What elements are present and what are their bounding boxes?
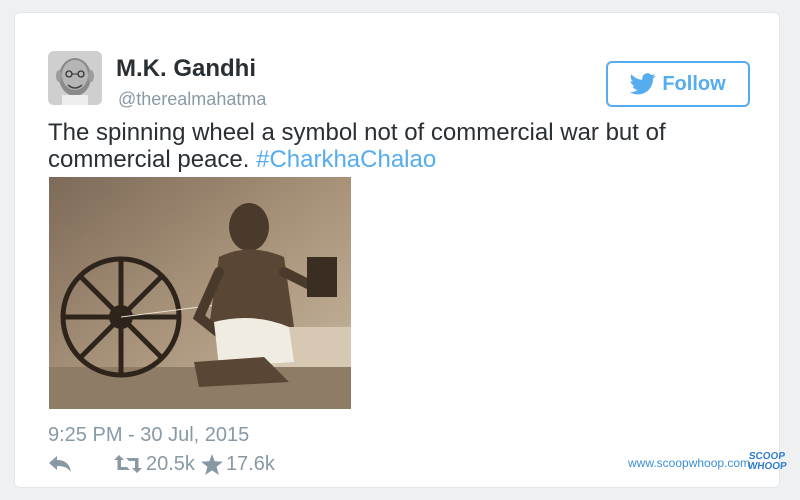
follow-button[interactable]: Follow: [606, 61, 750, 107]
twitter-bird-icon: [630, 73, 656, 95]
avatar-portrait-image: [48, 51, 102, 105]
reply-icon: [49, 456, 71, 472]
scoopwhoop-logo: SCOOP WHOOP: [747, 451, 788, 478]
follow-button-label: Follow: [662, 72, 726, 95]
avatar[interactable]: [48, 51, 102, 105]
gandhi-spinning-wheel-photo: [49, 177, 351, 409]
author-name[interactable]: M.K. Gandhi: [116, 55, 256, 83]
reply-button[interactable]: [48, 455, 114, 473]
tweet-text: The spinning wheel a symbol not of comme…: [48, 119, 748, 173]
tweet-date[interactable]: 30 Jul, 2015: [140, 424, 249, 446]
retweet-count: 20.5k: [146, 452, 195, 475]
tweet-actions: 20.5k 17.6k: [48, 452, 275, 476]
retweet-button[interactable]: 20.5k: [114, 453, 195, 476]
tweet-time[interactable]: 9:25 PM: [48, 424, 122, 446]
star-icon: [200, 453, 223, 475]
favorite-count: 17.6k: [225, 452, 275, 475]
logo-line-2: WHOOP: [747, 461, 788, 472]
favorite-button[interactable]: 17.6k: [200, 452, 275, 476]
hashtag-link[interactable]: #CharkhaChalao: [256, 146, 436, 173]
tweet-photo[interactable]: [49, 177, 351, 409]
watermark-url: www.scoopwhoop.com: [628, 456, 751, 470]
tweet-timestamp: 9:25 PM - 30 Jul, 2015: [48, 424, 249, 447]
author-handle[interactable]: @therealmahatma: [118, 89, 266, 110]
timestamp-separator: -: [128, 424, 135, 446]
retweet-icon: [114, 455, 142, 473]
